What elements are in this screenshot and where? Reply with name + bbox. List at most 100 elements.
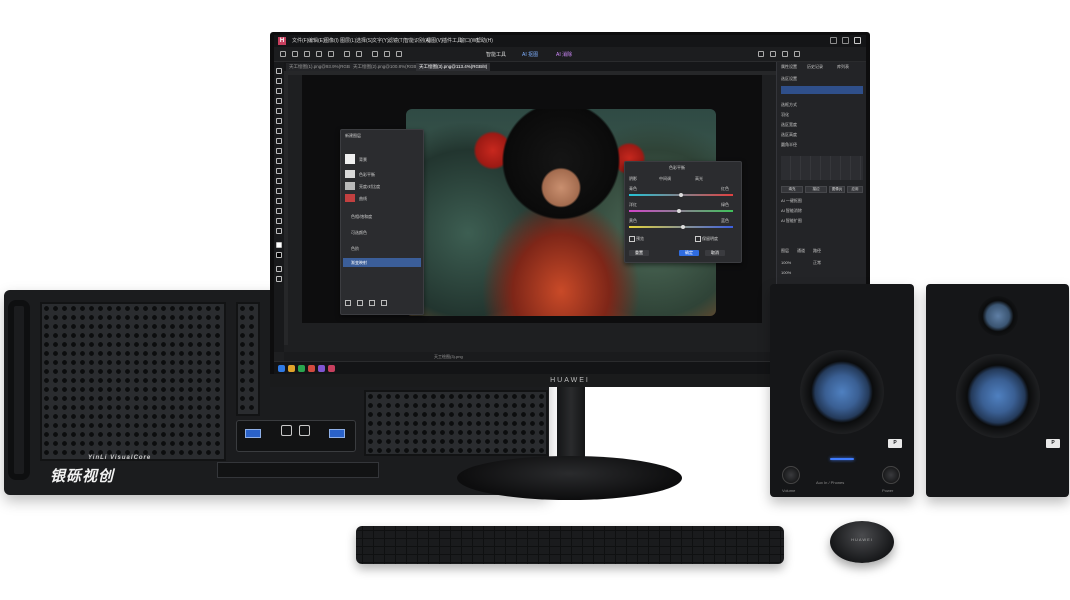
add-layer-icon[interactable] [345, 300, 351, 306]
swatch-white[interactable] [345, 154, 355, 164]
zoom-out-icon[interactable] [384, 51, 390, 57]
image-button[interactable]: 图像(I) [829, 186, 845, 193]
browser-icon[interactable] [298, 365, 305, 372]
layer-popup-item[interactable]: 渐变映射 [351, 260, 367, 266]
quick-mask-icon[interactable] [276, 266, 282, 272]
menu-item[interactable]: 文字(Y) [372, 37, 389, 44]
reset-button[interactable] [299, 425, 310, 436]
power-button[interactable] [281, 425, 292, 436]
save-icon[interactable] [304, 51, 310, 57]
stroke-button[interactable]: 描边 [805, 186, 827, 193]
magenta-green-slider[interactable] [629, 208, 733, 213]
tone-option[interactable]: 中间调 [659, 176, 671, 182]
eyedropper-icon[interactable] [276, 118, 282, 124]
apply-button[interactable]: 应用 [847, 186, 863, 193]
mask-icon[interactable] [357, 300, 363, 306]
help-icon[interactable] [782, 51, 788, 57]
minimize-icon[interactable] [830, 37, 837, 44]
fill-value[interactable]: 100% [781, 270, 791, 275]
reset-button[interactable]: 重置 [629, 250, 649, 256]
share-icon[interactable] [758, 51, 764, 57]
print-icon[interactable] [328, 51, 334, 57]
document-tab-active[interactable]: 天工绘图(3).png@113.4%(RGB/8) [416, 63, 491, 71]
screen-mode-icon[interactable] [276, 276, 282, 282]
close-icon[interactable] [854, 37, 861, 44]
document-tab[interactable]: 天工绘图(2).png@100.8%(RGB/8) [350, 63, 425, 71]
cancel-button[interactable]: 取消 [705, 250, 725, 256]
cyan-red-slider[interactable] [629, 192, 733, 197]
smart-tool-button[interactable]: 智能工具 [486, 51, 506, 58]
ai-action[interactable]: AI 智能消除 [781, 208, 802, 214]
dodge-tool-icon[interactable] [276, 198, 282, 204]
layer-popup-item[interactable]: 曲线 [359, 196, 367, 202]
selection-mode-bar[interactable] [781, 86, 863, 94]
blend-mode-select[interactable]: 正常 [813, 260, 821, 266]
layer-panel-tab[interactable]: 通道 [797, 248, 805, 254]
document-tab[interactable]: 天工绘图(1).png@93.9%(RGB/8) [286, 63, 359, 71]
background-color-icon[interactable] [276, 252, 282, 258]
hand-tool-icon[interactable] [276, 218, 282, 224]
panel-tab[interactable]: 历史记录 [807, 64, 823, 70]
tone-option[interactable]: 高光 [695, 176, 703, 182]
menu-item[interactable]: 图层(L) [340, 37, 356, 44]
image-editor-icon[interactable] [328, 365, 335, 372]
magic-wand-icon[interactable] [276, 98, 282, 104]
mouse[interactable]: HUAWEI [830, 521, 894, 563]
pen-tool-icon[interactable] [276, 158, 282, 164]
delete-icon[interactable] [381, 300, 387, 306]
eraser-tool-icon[interactable] [276, 148, 282, 154]
gradient-tool-icon[interactable] [276, 178, 282, 184]
new-file-icon[interactable] [280, 51, 286, 57]
tone-option[interactable]: 阴影 [629, 176, 637, 182]
app-icon[interactable] [318, 365, 325, 372]
quick-actions-grid[interactable] [781, 156, 863, 180]
menu-item[interactable]: 滤镜(T) [388, 37, 404, 44]
redo-icon[interactable] [356, 51, 362, 57]
keyboard[interactable] [356, 526, 784, 564]
app-icon[interactable] [308, 365, 315, 372]
clone-stamp-icon[interactable] [276, 168, 282, 174]
preserve-luminosity-checkbox[interactable] [695, 236, 701, 242]
menu-item[interactable]: 图像(I) [324, 37, 339, 44]
blur-tool-icon[interactable] [276, 188, 282, 194]
slider-knob[interactable] [681, 224, 685, 229]
maximize-icon[interactable] [842, 37, 849, 44]
power-knob[interactable] [882, 466, 900, 484]
preview-checkbox[interactable] [629, 236, 635, 242]
layer-popup-item[interactable]: 背景 [359, 157, 367, 163]
start-icon[interactable] [278, 365, 285, 372]
usb-port[interactable] [329, 429, 345, 438]
fill-button[interactable]: 填充 [781, 186, 803, 193]
panel-tab[interactable]: 库列表 [837, 64, 849, 70]
layer-popup-item[interactable]: 可选颜色 [351, 230, 367, 236]
ai-cutout-button[interactable]: AI 抠图 [522, 51, 538, 58]
layer-popup-item[interactable]: 色阶 [351, 246, 359, 252]
text-tool-icon[interactable] [276, 128, 282, 134]
menu-item[interactable]: 编辑(E) [308, 37, 325, 44]
settings-icon[interactable] [770, 51, 776, 57]
menu-item[interactable]: 视图(V) [426, 37, 443, 44]
swatch-light[interactable] [345, 170, 355, 178]
undo-icon[interactable] [344, 51, 350, 57]
opacity-value[interactable]: 100% [781, 260, 791, 265]
ok-button[interactable]: 确定 [679, 250, 699, 256]
zoom-in-icon[interactable] [372, 51, 378, 57]
marquee-tool-icon[interactable] [276, 78, 282, 84]
layer-popup-item[interactable]: 色相/饱和度 [351, 214, 372, 220]
shape-tool-icon[interactable] [276, 208, 282, 214]
layer-popup-item[interactable]: 亮度/对比度 [359, 184, 380, 190]
usb-port[interactable] [245, 429, 261, 438]
brush-tool-icon[interactable] [276, 138, 282, 144]
folder-icon[interactable] [369, 300, 375, 306]
move-tool-icon[interactable] [276, 68, 282, 74]
menu-item[interactable]: 插件工具 [442, 37, 462, 44]
volume-knob[interactable] [782, 466, 800, 484]
canvas-area[interactable]: 新建图层 背景 色彩平衡 亮度/对比度 曲线 色相/饱和度 可选颜色 色阶 渐变… [302, 75, 762, 323]
ai-remove-button[interactable]: AI 消除 [556, 51, 572, 58]
yellow-blue-slider[interactable] [629, 224, 733, 229]
open-file-icon[interactable] [292, 51, 298, 57]
menu-item[interactable]: 文件(F) [292, 37, 308, 44]
swatch-red[interactable] [345, 194, 355, 202]
ai-action[interactable]: AI 智能扩图 [781, 218, 802, 224]
lasso-tool-icon[interactable] [276, 88, 282, 94]
